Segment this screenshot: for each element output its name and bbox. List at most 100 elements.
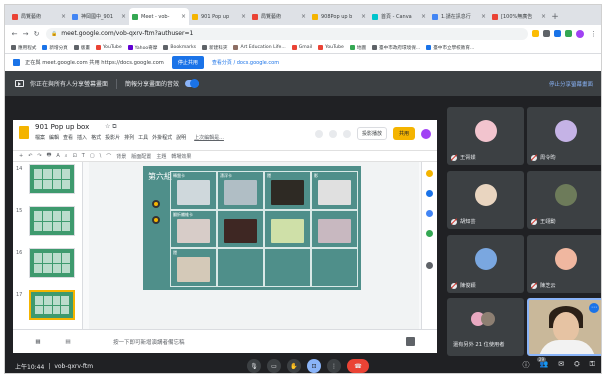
card-cell[interactable]	[217, 209, 264, 249]
present-now-icon[interactable]: ⊡	[307, 359, 321, 373]
stop-presenting-link[interactable]: 停止分享螢幕畫面	[549, 80, 593, 88]
star-icon[interactable]	[532, 30, 539, 37]
bookmark-item[interactable]: 新建科夾	[202, 45, 227, 51]
close-tab-icon[interactable]: ×	[61, 13, 66, 20]
add-icon[interactable]	[426, 262, 433, 269]
camera-icon[interactable]: ▭	[267, 359, 281, 373]
toolbar-button[interactable]: ⌒	[106, 153, 111, 160]
bookmark-item[interactable]: YouTube	[95, 45, 122, 50]
last-edit-link[interactable]: 上次編輯是...	[194, 134, 224, 141]
toolbar-button[interactable]: ⊡	[73, 153, 77, 159]
toolbar-button[interactable]: 背景	[116, 153, 126, 160]
toolbar-button[interactable]: \	[100, 153, 102, 159]
bookmark-item[interactable]: 臺中市政府環境保...	[372, 45, 420, 51]
browser-tab[interactable]: 神岡國中_901 ×	[69, 8, 129, 25]
browser-tab[interactable]: 局覽藝術 ×	[9, 8, 69, 25]
toolbar-button[interactable]: ⌕	[65, 153, 68, 159]
activities-icon[interactable]: ⛭	[574, 360, 580, 370]
grid-view-icon[interactable]: ▦	[33, 339, 43, 345]
account-avatar[interactable]	[421, 128, 431, 139]
more-options-icon[interactable]: ⋯	[589, 303, 599, 313]
current-slide[interactable]: 第六組 轉盤卡 漂浮卡隱影翻折纖維卡隱	[143, 166, 361, 290]
extension-icon[interactable]	[554, 30, 561, 37]
browser-tab[interactable]: 首頁 - Canva ×	[369, 8, 429, 25]
stop-sharing-button[interactable]: 停止共用	[171, 56, 204, 69]
maps-icon[interactable]	[426, 230, 433, 237]
slides-menu-item[interactable]: 排列	[124, 134, 134, 141]
toolbar-button[interactable]: 🖶	[47, 152, 52, 160]
filmstrip-view-icon[interactable]: ▤	[63, 339, 73, 345]
bookmark-item[interactable]: Yahoo奇摩	[127, 45, 157, 51]
close-tab-icon[interactable]: ×	[361, 13, 366, 20]
self-view-tile[interactable]: ⋯	[527, 298, 601, 356]
comment-icon[interactable]	[328, 129, 337, 138]
browser-tab[interactable]: [100%無廣告 ×	[489, 8, 549, 25]
card-cell[interactable]: 翻折纖維卡	[170, 209, 217, 249]
back-icon[interactable]: ←	[9, 30, 20, 38]
explore-icon[interactable]	[406, 337, 415, 346]
profile-avatar[interactable]	[576, 29, 584, 38]
bookmark-item[interactable]: 地圖	[349, 45, 366, 51]
mic-icon[interactable]: 🎙	[247, 359, 261, 373]
close-tab-icon[interactable]: ×	[301, 13, 306, 20]
host-controls-icon[interactable]: ⚿	[590, 360, 595, 370]
show-tab-button[interactable]: 查看分頁 / docs.google.com	[212, 59, 279, 66]
slides-menu-item[interactable]: 查看	[63, 134, 73, 141]
card-cell[interactable]: 隱	[264, 171, 311, 210]
meet-icon[interactable]	[342, 129, 351, 138]
slides-menu-item[interactable]: 格式	[91, 134, 101, 141]
toolbar-button[interactable]: 轉場效果	[171, 153, 191, 160]
extension-icon[interactable]	[565, 30, 572, 37]
end-call-icon[interactable]: ☎	[347, 359, 369, 373]
audio-toggle[interactable]	[185, 79, 200, 88]
close-tab-icon[interactable]: ×	[121, 13, 126, 20]
slide-thumbnail[interactable]	[29, 248, 75, 278]
address-bar[interactable]: 🔒 meet.google.com/vob-qxrv-ftm?authuser=…	[46, 27, 528, 40]
browser-tab[interactable]: 1.請在訊息行 ×	[429, 8, 489, 25]
participant-tile[interactable]: 周令昀	[527, 107, 601, 165]
card-cell[interactable]	[264, 248, 311, 287]
tasks-icon[interactable]	[426, 190, 433, 197]
bookmark-item[interactable]: 臺中市立學校教育...	[426, 45, 474, 51]
keep-icon[interactable]	[426, 170, 433, 177]
share-button[interactable]: 共用	[392, 127, 415, 140]
speaker-notes[interactable]: 按一下即可新增演講者備忘稿	[113, 338, 185, 346]
info-icon[interactable]: ⓘ	[522, 360, 529, 370]
participant-tile[interactable]: 陳俊穎	[447, 235, 524, 293]
bookmark-item[interactable]: 新增分頁	[42, 45, 68, 51]
present-button[interactable]: 投影播放	[356, 127, 387, 140]
participant-tile[interactable]: 王翊勳	[527, 171, 601, 229]
card-cell[interactable]: 轉盤卡	[170, 171, 217, 210]
toolbar-button[interactable]: 主題	[156, 153, 166, 160]
slides-menu-item[interactable]: 外掛程式	[152, 134, 172, 141]
card-cell[interactable]	[311, 209, 358, 249]
bookmark-item[interactable]: 應用程式	[11, 45, 36, 51]
browser-tab[interactable]: 901 Pop up ×	[189, 8, 249, 25]
slide-thumbnail[interactable]	[29, 206, 75, 236]
forward-icon[interactable]: →	[20, 30, 31, 38]
slides-menu-item[interactable]: 工具	[138, 134, 148, 141]
slide-thumbnail[interactable]	[29, 290, 75, 320]
bookmark-item[interactable]: Bookmarks	[163, 45, 196, 50]
toolbar-button[interactable]: ↶	[28, 153, 32, 159]
browser-tab[interactable]: Meet - vob- ×	[129, 8, 189, 25]
participant-tile[interactable]: 陳芝云	[527, 235, 601, 293]
toolbar-button[interactable]: +	[19, 153, 23, 159]
history-icon[interactable]	[314, 129, 323, 138]
reload-icon[interactable]: ↻	[31, 30, 42, 38]
bookmark-item[interactable]: Gmail	[291, 45, 312, 50]
toolbar-button[interactable]: A	[56, 153, 59, 159]
bookmark-item[interactable]: 版畫	[73, 45, 90, 51]
slides-menu-item[interactable]: 投影片	[105, 134, 120, 141]
slides-menu-item[interactable]: 檔案	[35, 134, 45, 141]
bookmark-item[interactable]: Art Education Life...	[233, 45, 286, 50]
browser-tab[interactable]: 局覽藝術 ×	[249, 8, 309, 25]
close-tab-icon[interactable]: ×	[181, 13, 186, 20]
card-cell[interactable]	[311, 248, 358, 287]
contacts-icon[interactable]	[426, 210, 433, 217]
raise-hand-icon[interactable]: ✋	[287, 359, 301, 373]
bookmark-item[interactable]: YouTube	[318, 45, 344, 50]
close-tab-icon[interactable]: ×	[541, 13, 546, 20]
toolbar-button[interactable]: ▢	[90, 153, 95, 159]
card-cell[interactable]	[217, 248, 264, 287]
